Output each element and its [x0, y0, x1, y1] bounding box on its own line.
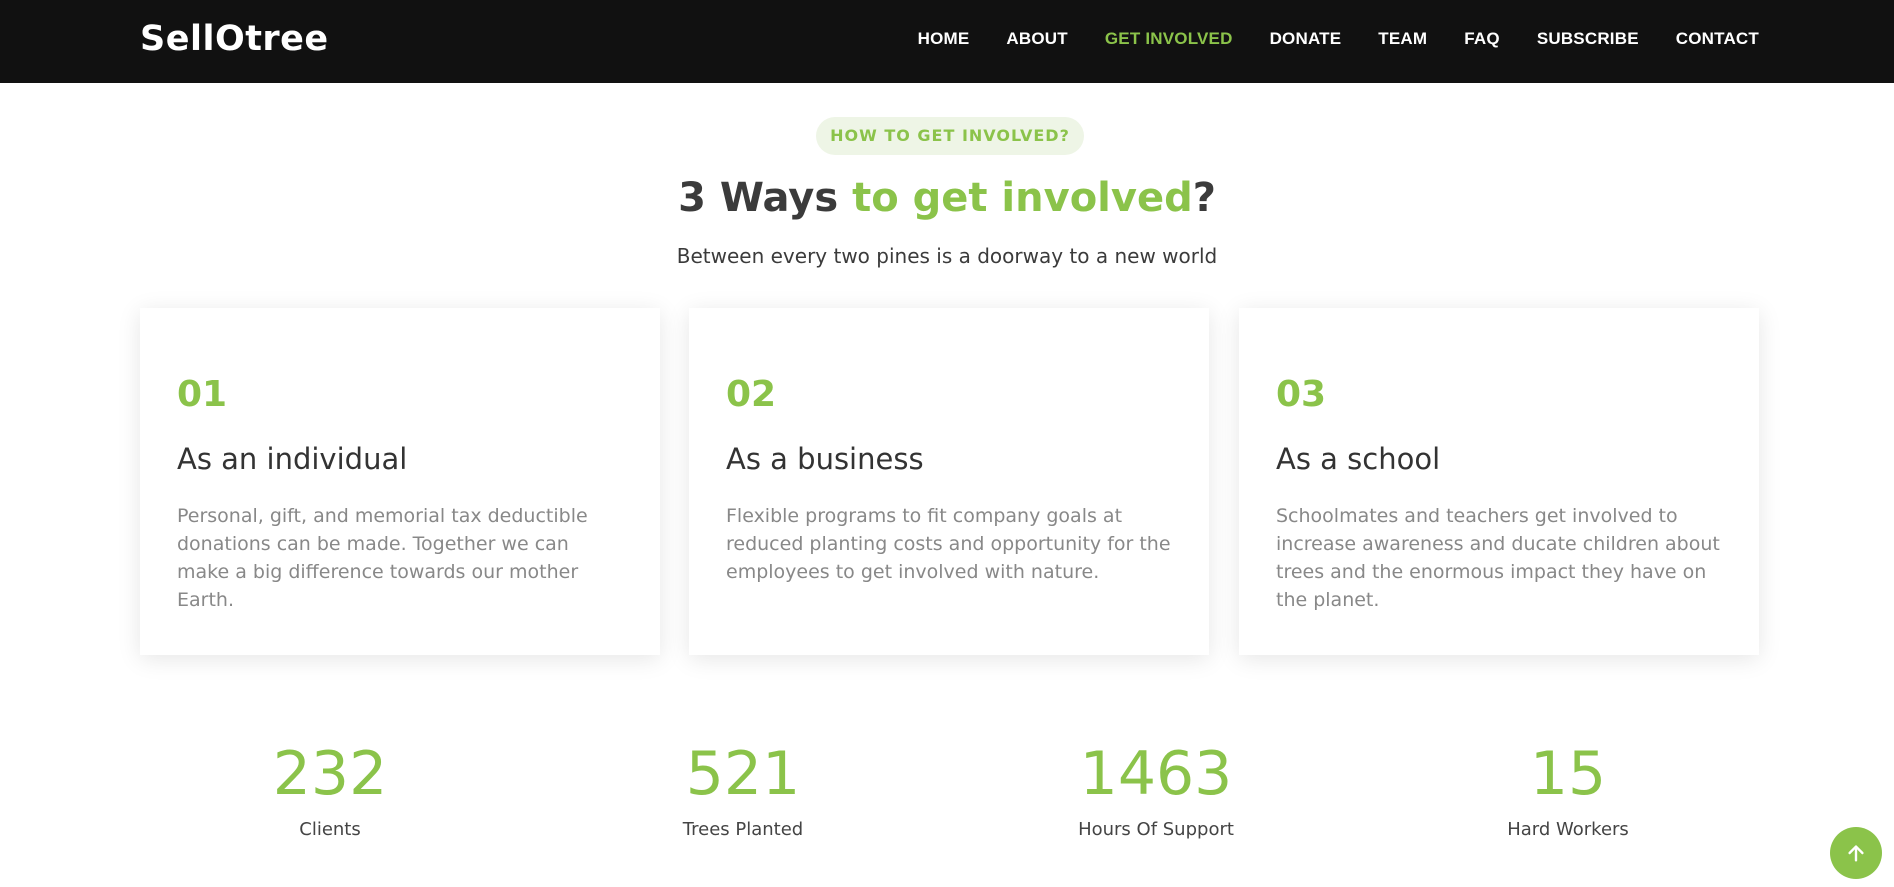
stats-counters: 232 Clients 521 Trees Planted 1463 Hours…: [0, 737, 1894, 857]
card-text: Flexible programs to fit company goals a…: [726, 505, 1171, 583]
navbar: SellOtree HOME ABOUT GET INVOLVED DONATE…: [0, 0, 1894, 83]
section-title-part2: ?: [1192, 175, 1216, 221]
stat-label: Hard Workers: [1507, 819, 1629, 840]
section-subtitle: Between every two pines is a doorway to …: [676, 244, 1218, 268]
card-title: As a business: [726, 442, 924, 476]
stat-hard-workers: 15 Hard Workers: [1418, 737, 1718, 843]
card-title: As an individual: [177, 442, 408, 476]
card-school: 03 As a school Schoolmates and teachers …: [1239, 308, 1759, 655]
brand-logo[interactable]: SellOtree: [140, 18, 329, 60]
nav-item-subscribe[interactable]: SUBSCRIBE: [1537, 27, 1639, 51]
card-number: 03: [1276, 374, 1327, 415]
section-title: 3 Ways to get involved?: [0, 172, 1894, 224]
nav-item-about[interactable]: ABOUT: [1006, 27, 1067, 51]
arrow-up-icon: [1848, 845, 1864, 862]
card-title: As a school: [1276, 442, 1441, 476]
stat-number: 1463: [1079, 739, 1233, 809]
nav-item-team[interactable]: TEAM: [1378, 27, 1427, 51]
nav-item-home[interactable]: HOME: [918, 27, 970, 51]
nav-item-get-involved[interactable]: GET INVOLVED: [1105, 27, 1233, 51]
stat-hours-of-support: 1463 Hours Of Support: [1006, 737, 1306, 843]
ways-cards: 01 As an individual Personal, gift, and …: [140, 308, 1759, 655]
nav-menu: HOME ABOUT GET INVOLVED DONATE TEAM FAQ …: [881, 27, 1759, 51]
stat-number: 15: [1529, 739, 1607, 809]
stat-label: Trees Planted: [682, 819, 804, 840]
nav-item-contact[interactable]: CONTACT: [1676, 27, 1759, 51]
card-number: 01: [177, 374, 228, 415]
stat-number: 521: [685, 739, 801, 809]
stat-label: Hours Of Support: [1078, 819, 1234, 840]
stat-label: Clients: [299, 819, 361, 840]
stat-clients: 232 Clients: [180, 737, 480, 843]
stat-number: 232: [272, 739, 388, 809]
section-badge: HOW TO GET INVOLVED?: [816, 117, 1084, 155]
card-number: 02: [726, 374, 777, 415]
card-text: Personal, gift, and memorial tax deducti…: [177, 505, 588, 611]
section-title-part1: 3 Ways: [678, 175, 853, 221]
back-to-top-button[interactable]: [1830, 827, 1882, 879]
card-text: Schoolmates and teachers get involved to…: [1276, 505, 1720, 611]
nav-item-faq[interactable]: FAQ: [1464, 27, 1500, 51]
nav-item-donate[interactable]: DONATE: [1270, 27, 1342, 51]
card-business: 02 As a business Flexible programs to fi…: [689, 308, 1209, 655]
card-individual: 01 As an individual Personal, gift, and …: [140, 308, 660, 655]
stat-trees-planted: 521 Trees Planted: [593, 737, 893, 843]
section-title-accent: to get involved: [852, 175, 1193, 221]
